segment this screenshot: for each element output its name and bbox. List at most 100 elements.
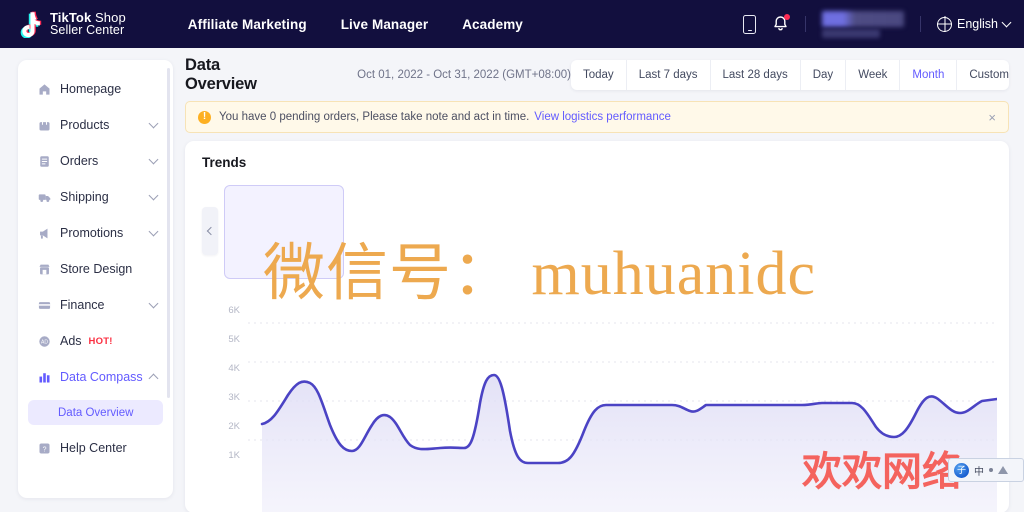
chevron-down-icon	[148, 154, 159, 165]
page-header: Data Overview Oct 01, 2022 - Oct 31, 202…	[185, 55, 1009, 95]
nav-divider-right	[920, 16, 921, 32]
sidebar-scrollbar[interactable]	[167, 68, 170, 398]
trends-panel: Trends 6K 5K 4K 3K 2K 1K	[185, 141, 1009, 512]
chevron-down-icon	[1001, 17, 1012, 28]
user-account-redacted[interactable]	[822, 10, 904, 38]
app-root: TikTok Shop Seller Center Affiliate Mark…	[0, 0, 1024, 512]
megaphone-icon	[40, 228, 48, 239]
sidebar-item-shipping[interactable]: Shipping	[28, 184, 163, 210]
warning-icon	[198, 110, 211, 124]
brand-line-1: TikTok Shop	[50, 10, 126, 25]
chevron-down-icon	[148, 118, 159, 129]
alert-link-view-logistics-performance[interactable]: View logistics performance	[534, 111, 671, 123]
ime-punct-icon[interactable]	[989, 468, 993, 472]
sidebar-item-finance[interactable]: Finance	[28, 292, 163, 318]
main-content: Data Overview Oct 01, 2022 - Oct 31, 202…	[185, 55, 1009, 512]
y-tick-6k: 6K	[228, 305, 240, 316]
ime-floating-bar[interactable]: 中	[948, 458, 1024, 482]
trends-chart-svg: 6K 5K 4K 3K 2K 1K	[228, 305, 997, 512]
mobile-icon[interactable]	[743, 14, 756, 34]
date-range-tabs: Today Last 7 days Last 28 days Day Week …	[571, 60, 1009, 90]
sidebar-label-promotions: Promotions	[60, 226, 124, 240]
sidebar-item-promotions[interactable]: Promotions	[28, 220, 163, 246]
help-icon: ?	[39, 442, 50, 454]
brand-line-2: Seller Center	[50, 23, 125, 38]
bell-icon[interactable]	[772, 14, 790, 33]
sidebar-label-products: Products	[60, 118, 110, 132]
language-selector[interactable]: English	[937, 16, 1012, 32]
sidebar-label-orders: Orders	[60, 154, 99, 168]
store-icon	[39, 264, 50, 274]
sidebar-label-homepage: Homepage	[60, 82, 122, 96]
panel-title-trends: Trends	[202, 155, 247, 170]
y-tick-2k: 2K	[228, 421, 240, 432]
tab-day[interactable]: Day	[799, 60, 845, 90]
tab-week[interactable]: Week	[845, 60, 899, 90]
y-tick-3k: 3K	[228, 392, 240, 403]
sidebar-item-store-design[interactable]: Store Design	[28, 256, 163, 282]
chevron-down-icon	[148, 226, 159, 237]
svg-text:AD: AD	[41, 339, 48, 345]
sidebar-label-ads: Ads	[60, 334, 82, 348]
tab-last-28-days[interactable]: Last 28 days	[709, 60, 800, 90]
sidebar-label-finance: Finance	[60, 298, 105, 312]
ime-shape-icon[interactable]	[998, 466, 1008, 474]
sidebar-item-help-center[interactable]: ? Help Center	[28, 435, 163, 461]
scroll-left-button[interactable]	[202, 207, 218, 255]
chevron-down-icon	[148, 190, 159, 201]
chart-area-fill	[262, 375, 997, 512]
date-range-label: Oct 01, 2022 - Oct 31, 2022 (GMT+08:00)	[357, 69, 571, 81]
alert-banner: You have 0 pending orders, Please take n…	[185, 101, 1009, 133]
sidebar-item-products[interactable]: Products	[28, 112, 163, 138]
top-nav-right-group: English	[743, 10, 1012, 38]
top-navigation-bar: TikTok Shop Seller Center Affiliate Mark…	[0, 0, 1024, 48]
truck-icon	[38, 193, 51, 202]
metric-card-selected[interactable]	[224, 185, 344, 279]
sidebar-item-ads[interactable]: AD Ads HOT!	[28, 328, 163, 354]
metric-cards-row	[202, 185, 997, 279]
ime-mode-label[interactable]: 中	[974, 463, 984, 478]
user-name-blur	[822, 10, 904, 27]
close-icon[interactable]: ×	[988, 111, 996, 124]
alert-text: You have 0 pending orders, Please take n…	[219, 111, 530, 123]
sidebar-label-help-center: Help Center	[60, 441, 127, 455]
y-tick-5k: 5K	[228, 334, 240, 345]
globe-icon	[937, 16, 952, 32]
card-icon	[38, 301, 51, 309]
tiktok-note-icon	[18, 11, 43, 38]
sidebar-item-homepage[interactable]: Homepage	[28, 76, 163, 102]
status-badge-hot: HOT!	[88, 335, 113, 347]
tab-custom[interactable]: Custom	[956, 60, 1009, 90]
language-label: English	[957, 17, 998, 31]
nav-link-affiliate-marketing[interactable]: Affiliate Marketing	[188, 17, 307, 32]
ads-icon: AD	[39, 335, 50, 347]
sidebar-menu: Homepage Products Orders Shipping Promot…	[18, 60, 173, 461]
sidebar: Homepage Products Orders Shipping Promot…	[18, 60, 173, 498]
home-icon	[39, 83, 50, 95]
nav-link-live-manager[interactable]: Live Manager	[341, 17, 428, 32]
tab-today[interactable]: Today	[571, 60, 626, 90]
chevron-up-icon	[148, 373, 159, 383]
sidebar-subitem-data-overview[interactable]: Data Overview	[28, 400, 163, 425]
sidebar-item-data-compass[interactable]: Data Compass	[28, 364, 163, 390]
svg-text:?: ?	[43, 446, 47, 453]
brand-text: TikTok Shop Seller Center	[50, 10, 126, 38]
tab-month[interactable]: Month	[899, 60, 956, 90]
list-icon	[40, 155, 49, 167]
sidebar-label-store-design: Store Design	[60, 262, 133, 276]
sidebar-label-shipping: Shipping	[60, 190, 109, 204]
brand-logo[interactable]: TikTok Shop Seller Center	[18, 10, 126, 38]
sidebar-label-data-overview: Data Overview	[58, 406, 134, 419]
nav-link-academy[interactable]: Academy	[462, 17, 523, 32]
page-title: Data Overview	[185, 56, 257, 93]
top-nav-links: Affiliate Marketing Live Manager Academy	[188, 17, 523, 32]
chevron-left-icon	[206, 226, 216, 236]
bag-icon	[39, 120, 50, 131]
chart-y-axis-labels: 6K 5K 4K 3K 2K 1K	[228, 305, 240, 461]
notification-dot	[784, 14, 790, 20]
trends-chart: 6K 5K 4K 3K 2K 1K	[202, 291, 997, 512]
tab-last-7-days[interactable]: Last 7 days	[625, 60, 710, 90]
sidebar-item-orders[interactable]: Orders	[28, 148, 163, 174]
user-shop-blur	[822, 28, 880, 38]
bar-chart-icon	[39, 372, 50, 383]
